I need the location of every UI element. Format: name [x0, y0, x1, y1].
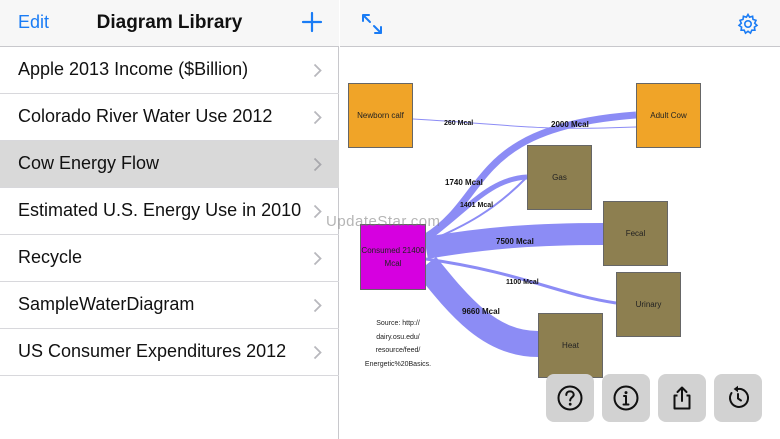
- node-heat[interactable]: Heat: [538, 313, 603, 378]
- list-item-label: Estimated U.S. Energy Use in 2010: [18, 200, 302, 220]
- source-line: Source: http://: [376, 320, 420, 327]
- plus-icon[interactable]: [300, 10, 324, 34]
- chevron-right-icon: [313, 157, 322, 172]
- refresh-button[interactable]: [714, 374, 762, 422]
- flow-label-newborn-adult: 260 Mcal: [444, 120, 474, 127]
- source-note: Source: http:// dairy.osu.edu/ resource/…: [362, 317, 434, 371]
- flow-label-consumed-gas: 1740 Mcal: [445, 178, 483, 187]
- node-consumed[interactable]: Consumed 21400 Mcal: [360, 224, 426, 290]
- edit-button[interactable]: Edit: [18, 12, 49, 33]
- node-fecal[interactable]: Fecal: [603, 201, 668, 266]
- sankey-diagram: Newborn calf Adult Cow Gas Consumed 2140…: [326, 47, 780, 439]
- library-nav-bar: Edit Diagram Library: [0, 0, 339, 47]
- chevron-right-icon: [313, 63, 322, 78]
- share-button[interactable]: [658, 374, 706, 422]
- list-item-label: Cow Energy Flow: [18, 153, 160, 173]
- list-item-us-consumer-expenditures[interactable]: US Consumer Expenditures 2012: [0, 329, 339, 376]
- library-title: Diagram Library: [96, 12, 243, 33]
- source-line: dairy.osu.edu/: [376, 333, 420, 341]
- list-item-label: Recycle: [18, 247, 83, 267]
- flow-label-consumed-heat: 9660 Mcal: [462, 307, 500, 316]
- list-item-recycle[interactable]: Recycle: [0, 235, 339, 282]
- list-item-sample-water[interactable]: SampleWaterDiagram: [0, 282, 339, 329]
- list-item-colorado-river[interactable]: Colorado River Water Use 2012: [0, 94, 339, 141]
- node-newborn-calf[interactable]: Newborn calf: [348, 83, 413, 148]
- node-gas[interactable]: Gas: [527, 145, 592, 210]
- diagram-library-panel: Edit Diagram Library Apple 2013 Income (…: [0, 0, 339, 439]
- share-icon: [673, 386, 691, 410]
- flow-label-consumed-adult: 2000 Mcal: [551, 120, 589, 129]
- help-button[interactable]: [546, 374, 594, 422]
- info-button[interactable]: [602, 374, 650, 422]
- source-line: Energetic%20Basics.: [364, 360, 432, 368]
- source-line: resource/feed/: [375, 347, 421, 354]
- node-adult-cow[interactable]: Adult Cow: [636, 83, 701, 148]
- info-circle-icon: [613, 385, 639, 411]
- diagram-nav-bar: [340, 0, 780, 47]
- list-item-label: Apple 2013 Income ($Billion): [18, 59, 249, 79]
- chevron-right-icon: [313, 298, 322, 313]
- list-item-empty: [0, 376, 339, 423]
- diagram-list: Apple 2013 Income ($Billion) Colorado Ri…: [0, 47, 339, 423]
- node-urinary[interactable]: Urinary: [616, 272, 681, 337]
- watermark: UpdateStar.com: [326, 213, 441, 230]
- chevron-right-icon: [313, 251, 322, 266]
- gear-icon[interactable]: [736, 12, 760, 36]
- question-circle-icon: [557, 385, 583, 411]
- flow-label-consumed-urinary: 1100 Mcal: [506, 279, 539, 286]
- chevron-right-icon: [313, 110, 322, 125]
- flow-consumed-heat: [415, 256, 539, 357]
- chevron-right-icon: [313, 345, 322, 360]
- list-item-cow-energy-flow[interactable]: Cow Energy Flow: [0, 141, 339, 188]
- flow-label-consumed-gas-b: 1401 Mcal: [460, 202, 494, 209]
- expand-icon[interactable]: [360, 12, 384, 36]
- list-item-label: US Consumer Expenditures 2012: [18, 341, 287, 361]
- flow-label-consumed-fecal: 7500 Mcal: [496, 237, 534, 246]
- list-item-apple-income[interactable]: Apple 2013 Income ($Billion): [0, 47, 339, 94]
- chevron-right-icon: [313, 204, 322, 219]
- diagram-view-panel: Newborn calf Adult Cow Gas Consumed 2140…: [326, 0, 780, 439]
- list-item-label: Colorado River Water Use 2012: [18, 106, 273, 126]
- refresh-icon: [729, 385, 750, 408]
- list-item-label: SampleWaterDiagram: [18, 294, 195, 314]
- list-item-us-energy-use[interactable]: Estimated U.S. Energy Use in 2010: [0, 188, 339, 235]
